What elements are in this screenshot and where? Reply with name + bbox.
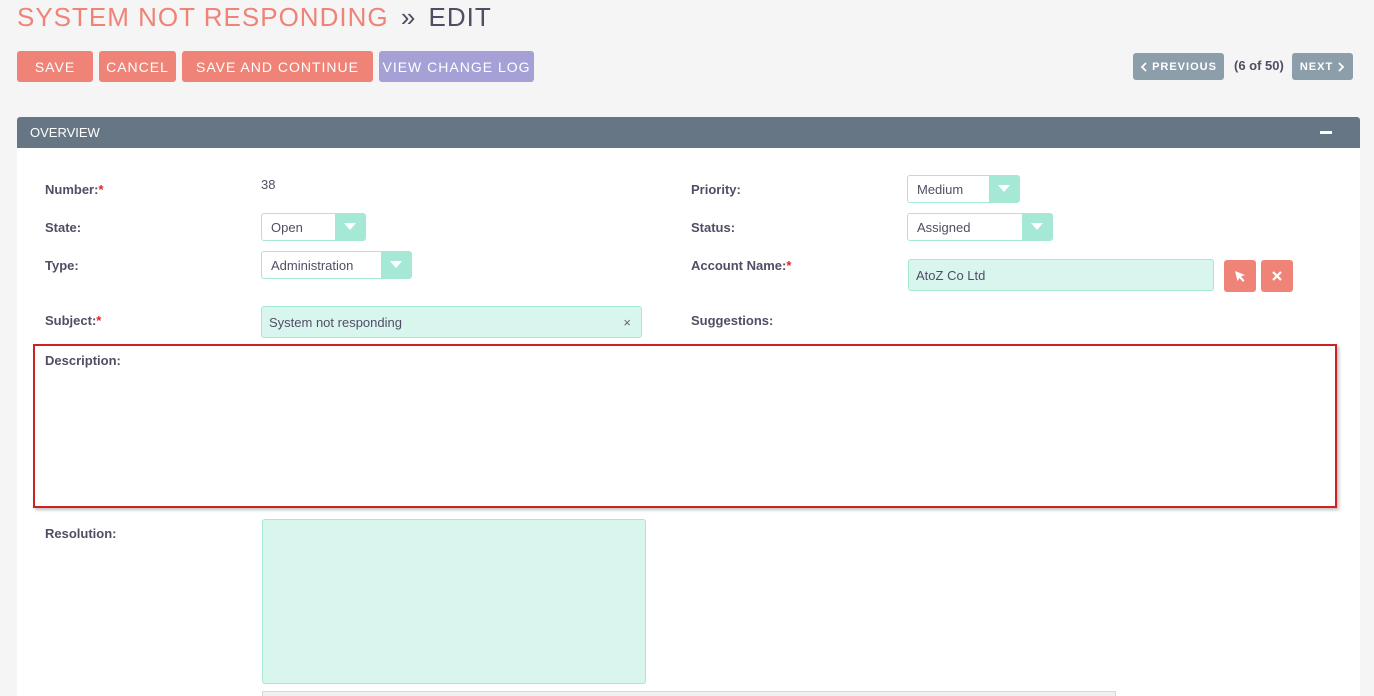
- module-title: SYSTEM NOT RESPONDING: [17, 2, 389, 32]
- cursor-arrow-icon: [1235, 271, 1245, 282]
- chevron-down-icon: [381, 252, 411, 278]
- type-value: Administration: [271, 257, 354, 273]
- number-value: 38: [261, 177, 276, 192]
- account-name-label: Account Name:*: [691, 258, 791, 273]
- description-label: Description:: [45, 353, 121, 368]
- save-and-continue-button[interactable]: SAVE AND CONTINUE: [182, 51, 373, 82]
- type-select[interactable]: Administration: [261, 251, 412, 279]
- minus-icon[interactable]: [1320, 131, 1332, 134]
- description-highlight: Description:: [33, 344, 1337, 508]
- status-value: Assigned: [917, 219, 971, 235]
- next-button[interactable]: NEXT: [1292, 53, 1353, 80]
- next-field-edge: [262, 691, 1116, 696]
- number-label-text: Number:: [45, 182, 99, 197]
- account-name-input[interactable]: AtoZ Co Ltd: [908, 259, 1214, 291]
- subject-label-text: Subject:: [45, 313, 97, 328]
- status-label: Status:: [691, 220, 736, 235]
- state-select[interactable]: Open: [261, 213, 366, 241]
- subject-input[interactable]: System not responding ×: [261, 306, 642, 338]
- required-marker: *: [786, 258, 792, 273]
- suggestions-label: Suggestions:: [691, 313, 774, 328]
- clear-account-button[interactable]: [1261, 260, 1293, 292]
- overview-panel: OVERVIEW Number:* 38 Priority: Medium St…: [17, 117, 1360, 696]
- next-label: NEXT: [1299, 60, 1334, 73]
- priority-select[interactable]: Medium: [907, 175, 1020, 203]
- priority-label: Priority:: [691, 182, 741, 197]
- state-label: State:: [45, 220, 82, 235]
- previous-label: PREVIOUS: [1152, 60, 1217, 73]
- priority-value: Medium: [917, 181, 964, 197]
- chevron-down-icon: [335, 214, 365, 240]
- state-value: Open: [271, 219, 303, 235]
- save-button[interactable]: SAVE: [17, 51, 93, 82]
- overview-panel-header[interactable]: OVERVIEW: [17, 117, 1360, 148]
- required-marker: *: [98, 182, 104, 197]
- status-select[interactable]: Assigned: [907, 213, 1053, 241]
- number-label: Number:*: [45, 182, 104, 197]
- page-title: SYSTEM NOT RESPONDING » EDIT: [17, 2, 492, 33]
- resolution-label: Resolution:: [45, 526, 117, 541]
- previous-button[interactable]: PREVIOUS: [1133, 53, 1224, 80]
- cancel-button[interactable]: CANCEL: [99, 51, 176, 82]
- close-icon: [1272, 271, 1282, 281]
- resolution-textarea[interactable]: [262, 519, 646, 684]
- record-count: (6 of 50): [1234, 58, 1284, 73]
- chevron-right-icon: [1338, 61, 1345, 72]
- close-icon[interactable]: ×: [623, 315, 631, 330]
- subject-value: System not responding: [269, 314, 402, 330]
- subject-label: Subject:*: [45, 313, 101, 328]
- chevron-left-icon: [1140, 61, 1147, 72]
- select-account-button[interactable]: [1224, 260, 1256, 292]
- chevron-down-icon: [1022, 214, 1052, 240]
- required-marker: *: [96, 313, 102, 328]
- chevron-down-icon: [989, 176, 1019, 202]
- action-title: EDIT: [428, 2, 492, 32]
- view-change-log-button[interactable]: VIEW CHANGE LOG: [379, 51, 534, 82]
- title-separator: »: [400, 2, 417, 32]
- type-label: Type:: [45, 258, 79, 273]
- panel-title: OVERVIEW: [30, 125, 100, 140]
- account-name-label-text: Account Name:: [691, 258, 787, 273]
